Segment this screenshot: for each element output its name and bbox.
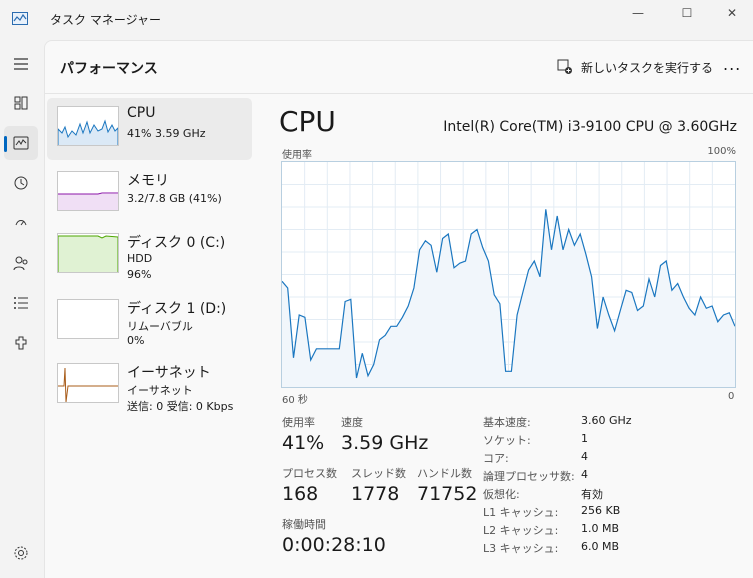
maximize-button[interactable]: ☐ — [664, 0, 710, 26]
run-new-task-button[interactable]: 新しいタスクを実行する — [557, 57, 713, 77]
cpu-model: Intel(R) Core(TM) i3-9100 CPU @ 3.60GHz — [443, 119, 737, 135]
memory-name: メモリ — [127, 173, 169, 189]
disk1-name: ディスク 1 (D:) — [127, 301, 227, 317]
cpu-name: CPU — [127, 105, 156, 121]
cpu-usage-chart — [281, 162, 736, 387]
spec-key: L1 キャッシュ: — [483, 506, 559, 519]
graph-usage-label: 使用率 — [282, 150, 312, 161]
sidebar-item-cpu[interactable]: CPU 41% 3.59 GHz — [47, 98, 252, 160]
threads-label: スレッド数 — [351, 467, 406, 480]
more-options-button[interactable]: ... — [723, 55, 741, 74]
main-panel: パフォーマンス 新しいタスクを実行する ... CPU 41% 3.59 GHz… — [44, 40, 753, 578]
spec-key: L3 キャッシュ: — [483, 542, 559, 555]
sidebar-item-disk0[interactable]: ディスク 0 (C:) HDD 96% — [47, 225, 252, 287]
nav-rail — [0, 40, 44, 577]
sidebar-item-ethernet[interactable]: イーサネット イーサネット 送信: 0 受信: 0 Kbps — [47, 355, 252, 417]
spec-value: 有効 — [581, 488, 603, 501]
maximize-icon: ☐ — [681, 6, 693, 20]
cpu-summary: 41% 3.59 GHz — [127, 127, 206, 140]
title-bar: タスク マネージャー — ☐ ✕ — [0, 0, 753, 40]
nav-users[interactable] — [4, 246, 38, 280]
spec-value: 256 KB — [581, 504, 621, 517]
usage-label: 使用率 — [282, 416, 315, 429]
nav-app-history[interactable] — [4, 166, 38, 200]
run-new-task-label: 新しいタスクを実行する — [581, 60, 714, 75]
task-manager-icon — [12, 12, 28, 25]
ethernet-adapter: イーサネット — [127, 384, 193, 397]
close-icon: ✕ — [726, 6, 738, 20]
cpu-usage-graph — [281, 161, 736, 388]
uptime-value: 0:00:28:10 — [282, 534, 386, 556]
disk1-type: リムーバブル — [127, 320, 193, 333]
nav-settings[interactable] — [4, 536, 38, 570]
active-indicator — [4, 136, 7, 152]
disk0-mini-graph — [57, 233, 119, 273]
processes-icon — [14, 96, 28, 110]
threads-value: 1778 — [351, 483, 400, 505]
spec-key: 仮想化: — [483, 488, 520, 501]
new-task-icon — [557, 59, 572, 74]
page-header: パフォーマンス 新しいタスクを実行する ... — [45, 41, 753, 94]
performance-icon — [13, 136, 29, 150]
nav-performance[interactable] — [4, 126, 38, 160]
disk1-usage: 0% — [127, 334, 145, 347]
disk0-usage: 96% — [127, 268, 152, 281]
spec-value: 1.0 MB — [581, 522, 620, 535]
graph-max-label: 100% — [707, 146, 736, 157]
spec-value: 1 — [581, 432, 588, 445]
processes-value: 168 — [282, 483, 319, 505]
users-icon — [13, 256, 28, 271]
nav-services[interactable] — [4, 326, 38, 360]
nav-startup[interactable] — [4, 206, 38, 240]
menu-icon — [14, 58, 28, 70]
spec-key: ソケット: — [483, 434, 531, 447]
spec-value: 3.60 GHz — [581, 414, 632, 427]
nav-details[interactable] — [4, 286, 38, 320]
spec-key: コア: — [483, 452, 509, 465]
detail-title: CPU — [279, 105, 336, 138]
spec-value: 6.0 MB — [581, 540, 620, 553]
sidebar-item-disk1[interactable]: ディスク 1 (D:) リムーバブル 0% — [47, 291, 252, 353]
cpu-mini-graph — [57, 106, 119, 146]
speed-label: 速度 — [341, 416, 363, 429]
speed-value: 3.59 GHz — [341, 432, 429, 454]
settings-icon — [14, 546, 28, 560]
spec-value: 4 — [581, 468, 588, 481]
page-title: パフォーマンス — [60, 61, 158, 77]
hamburger-button[interactable] — [4, 47, 38, 81]
history-icon — [14, 176, 28, 190]
ethernet-name: イーサネット — [127, 365, 211, 381]
spec-value: 4 — [581, 450, 588, 463]
spec-key: 論理プロセッサ数: — [483, 470, 575, 483]
minimize-icon: — — [632, 6, 644, 20]
ethernet-mini-graph — [57, 363, 119, 403]
details-icon — [14, 297, 28, 309]
memory-summary: 3.2/7.8 GB (41%) — [127, 192, 222, 205]
startup-icon — [15, 220, 27, 226]
services-icon — [15, 336, 27, 350]
sidebar-item-memory[interactable]: メモリ 3.2/7.8 GB (41%) — [47, 163, 252, 225]
close-button[interactable]: ✕ — [709, 0, 753, 26]
disk1-mini-graph — [57, 299, 119, 339]
handles-label: ハンドル数 — [417, 467, 472, 480]
uptime-label: 稼働時間 — [282, 518, 326, 531]
disk0-name: ディスク 0 (C:) — [127, 235, 226, 251]
spec-key: 基本速度: — [483, 416, 531, 429]
memory-mini-graph — [57, 171, 119, 211]
graph-time-label: 60 秒 — [282, 395, 308, 406]
ethernet-throughput: 送信: 0 受信: 0 Kbps — [127, 400, 234, 413]
usage-value: 41% — [282, 432, 325, 454]
minimize-button[interactable]: — — [615, 0, 661, 26]
handles-value: 71752 — [417, 483, 478, 505]
graph-zero-label: 0 — [728, 391, 735, 402]
disk0-type: HDD — [127, 252, 153, 265]
window-title: タスク マネージャー — [50, 13, 161, 27]
processes-label: プロセス数 — [282, 467, 337, 480]
nav-processes[interactable] — [4, 86, 38, 120]
spec-key: L2 キャッシュ: — [483, 524, 559, 537]
